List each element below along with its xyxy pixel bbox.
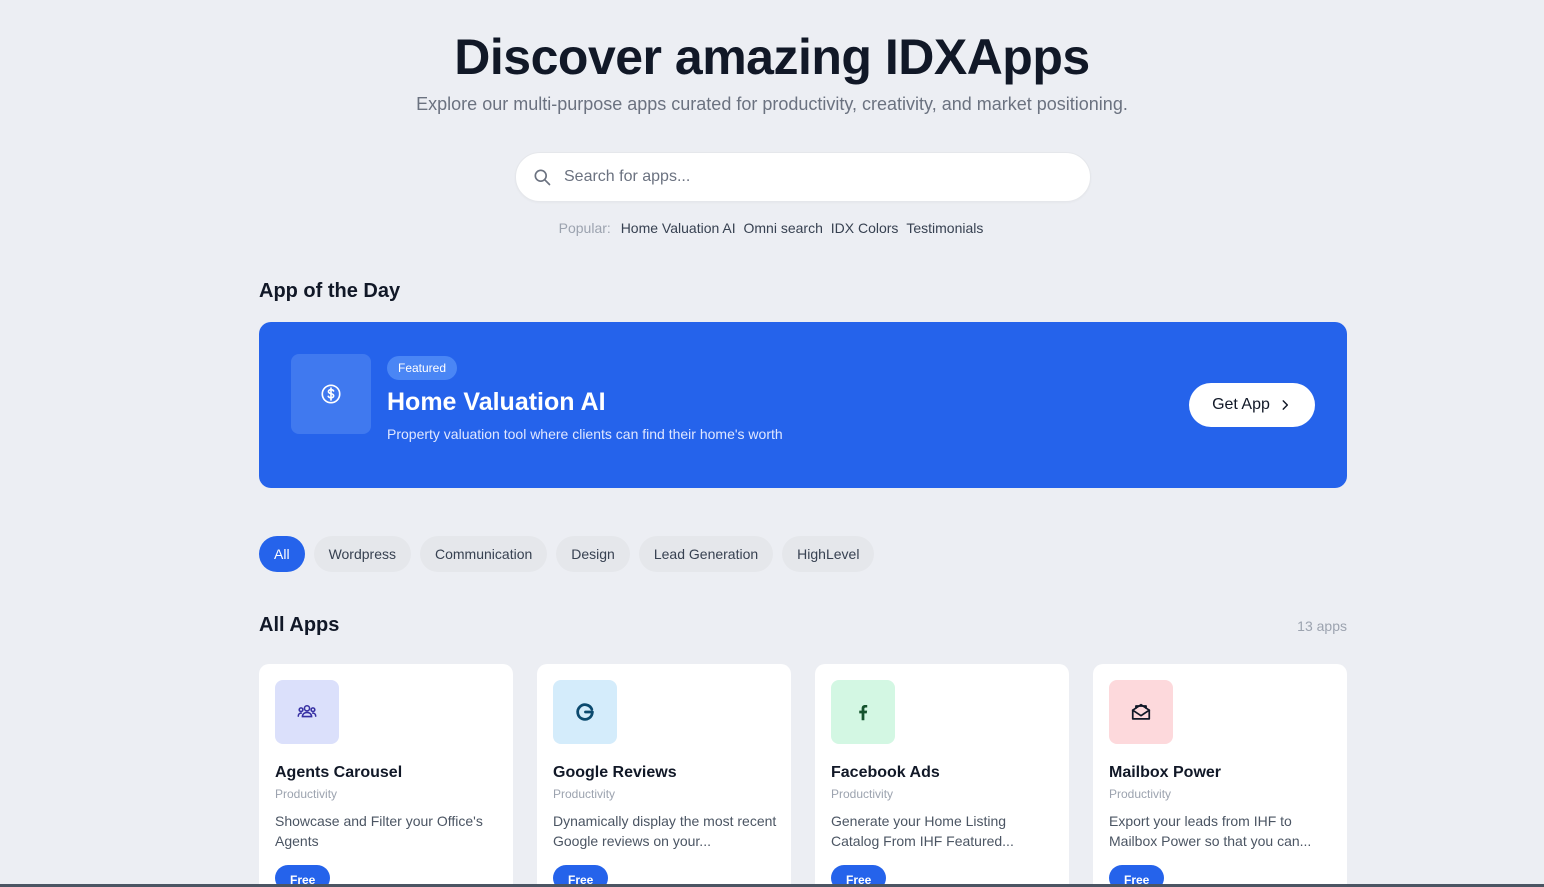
featured-app-description: Property valuation tool where clients ca… bbox=[387, 426, 783, 442]
get-app-label: Get App bbox=[1212, 396, 1270, 413]
app-card[interactable]: Mailbox Power Productivity Export your l… bbox=[1093, 664, 1347, 887]
all-apps-heading: All Apps bbox=[259, 614, 340, 636]
popular-searches: Popular: Home Valuation AI Omni search I… bbox=[0, 220, 1544, 236]
chevron-right-icon bbox=[1282, 400, 1288, 410]
app-card[interactable]: Facebook Ads Productivity Generate your … bbox=[815, 664, 1069, 887]
filter-communication[interactable]: Communication bbox=[420, 536, 548, 572]
google-icon bbox=[576, 703, 594, 721]
app-name: Google Reviews bbox=[553, 764, 677, 781]
popular-label: Popular: bbox=[558, 220, 611, 236]
featured-app-title: Home Valuation AI bbox=[387, 388, 606, 416]
featured-app-icon-box bbox=[291, 354, 371, 434]
app-name: Agents Carousel bbox=[275, 764, 403, 781]
mail-open-icon bbox=[1131, 703, 1151, 720]
app-category: Productivity bbox=[1109, 787, 1172, 801]
popular-tag-idx-colors[interactable]: IDX Colors bbox=[831, 220, 899, 236]
app-icon-box bbox=[553, 680, 617, 744]
featured-app-banner: Featured Home Valuation AI Property valu… bbox=[259, 322, 1347, 488]
app-description: Showcase and Filter your Office's Agents bbox=[275, 813, 483, 849]
popular-tag-home-valuation-ai[interactable]: Home Valuation AI bbox=[621, 220, 736, 236]
featured-badge: Featured bbox=[387, 356, 458, 380]
popular-tag-omni-search[interactable]: Omni search bbox=[744, 220, 823, 236]
app-name: Mailbox Power bbox=[1109, 764, 1222, 781]
app-category: Productivity bbox=[831, 787, 894, 801]
app-icon-box bbox=[831, 680, 895, 744]
apps-grid: Agents Carousel Productivity Showcase an… bbox=[259, 664, 1347, 887]
search-input[interactable] bbox=[564, 168, 1044, 186]
app-name: Facebook Ads bbox=[831, 764, 940, 781]
popular-tag-testimonials[interactable]: Testimonials bbox=[906, 220, 983, 236]
app-category: Productivity bbox=[553, 787, 616, 801]
get-app-button[interactable]: Get App bbox=[1189, 383, 1315, 427]
app-description: Dynamically display the most recent Goog… bbox=[553, 813, 777, 849]
page-title: Discover amazing IDXApps bbox=[454, 29, 1090, 85]
facebook-icon bbox=[859, 704, 868, 721]
filter-wordpress[interactable]: Wordpress bbox=[313, 536, 411, 572]
filter-highlevel[interactable]: HighLevel bbox=[782, 536, 875, 572]
app-card[interactable]: Google Reviews Productivity Dynamically … bbox=[537, 664, 791, 887]
app-description: Generate your Home Listing Catalog From … bbox=[831, 813, 1014, 849]
dollar-circle-icon bbox=[321, 384, 341, 404]
category-filters: All Wordpress Communication Design Lead … bbox=[259, 536, 875, 572]
search-bar[interactable] bbox=[515, 152, 1091, 202]
filter-all[interactable]: All bbox=[259, 536, 305, 572]
search-icon bbox=[534, 169, 551, 186]
app-category: Productivity bbox=[275, 787, 338, 801]
app-of-the-day-heading: App of the Day bbox=[259, 280, 401, 302]
filter-lead-generation[interactable]: Lead Generation bbox=[638, 536, 774, 572]
app-icon-box bbox=[275, 680, 339, 744]
filter-design[interactable]: Design bbox=[556, 536, 630, 572]
app-card[interactable]: Agents Carousel Productivity Showcase an… bbox=[259, 664, 513, 887]
page-subtitle: Explore our multi-purpose apps curated f… bbox=[416, 94, 1128, 114]
users-icon bbox=[297, 704, 317, 718]
apps-count: 13 apps bbox=[1297, 618, 1347, 634]
app-description: Export your leads from IHF to Mailbox Po… bbox=[1109, 813, 1312, 849]
app-icon-box bbox=[1109, 680, 1173, 744]
